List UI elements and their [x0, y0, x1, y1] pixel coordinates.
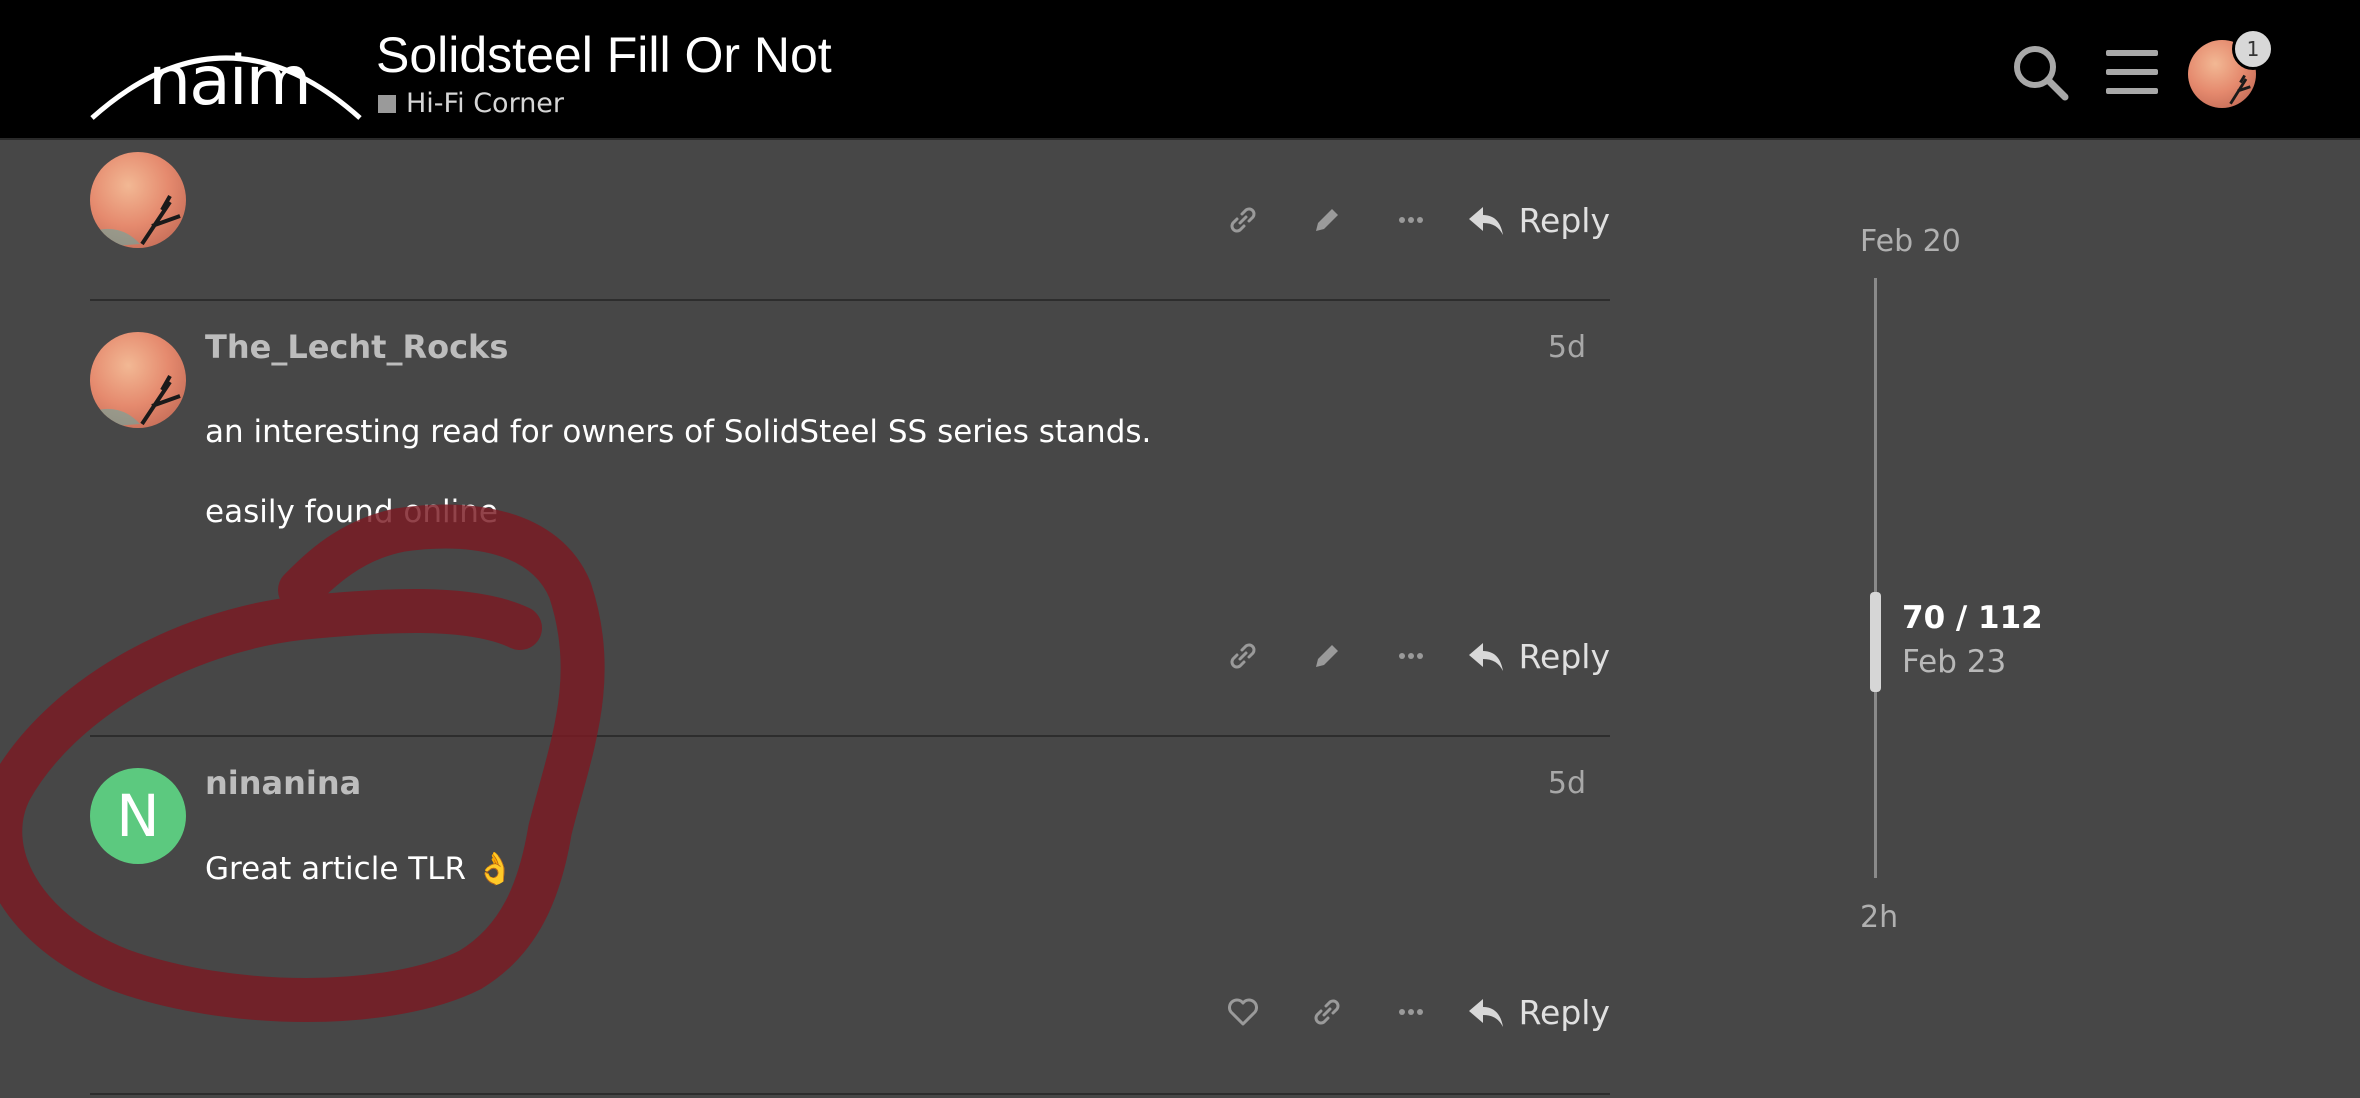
post-actions: Reply: [1201, 190, 1610, 250]
post-3: ninanina 5d Great article TLR 👌 Reply: [90, 756, 1610, 1076]
reply-button[interactable]: Reply: [1453, 982, 1610, 1042]
post-username[interactable]: The_Lecht_Rocks: [205, 328, 508, 366]
link-icon[interactable]: [1201, 190, 1285, 250]
link-icon[interactable]: [1201, 626, 1285, 686]
ellipsis-icon[interactable]: [1369, 626, 1453, 686]
post-divider: [90, 299, 1610, 301]
reply-label: Reply: [1518, 992, 1610, 1032]
timeline-track[interactable]: [1874, 278, 1877, 878]
category-label: Hi-Fi Corner: [406, 88, 565, 119]
post-date[interactable]: 5d: [1548, 330, 1586, 365]
post-2: The_Lecht_Rocks 5d an interesting read f…: [90, 320, 1610, 700]
ellipsis-icon[interactable]: [1369, 190, 1453, 250]
hamburger-menu-icon[interactable]: [2102, 42, 2162, 102]
timeline-end-label[interactable]: 2h: [1860, 900, 1898, 935]
reply-label: Reply: [1518, 636, 1610, 676]
post-body-line: easily found online: [205, 494, 498, 530]
timeline-start-date[interactable]: Feb 20: [1860, 224, 1961, 259]
reply-label: Reply: [1518, 200, 1610, 240]
topic-title[interactable]: Solidsteel Fill Or Not: [376, 28, 832, 83]
timeline-handle[interactable]: [1870, 592, 1881, 692]
reply-icon: [1468, 999, 1503, 1027]
category-color-swatch: [378, 94, 396, 113]
site-header: naim Solidsteel Fill Or Not Hi-Fi Corner…: [0, 0, 2360, 140]
timeline-position-date: Feb 23: [1902, 644, 2007, 680]
notification-badge[interactable]: 1: [2232, 28, 2274, 70]
naim-logo[interactable]: naim: [88, 28, 364, 122]
heart-icon[interactable]: [1201, 982, 1285, 1042]
post-1: Reply: [90, 190, 1610, 250]
post-actions: Reply: [1201, 982, 1610, 1042]
post-username[interactable]: ninanina: [205, 764, 361, 802]
post-body-line: an interesting read for owners of SolidS…: [205, 414, 1152, 450]
post-actions: Reply: [1201, 626, 1610, 686]
logo-text: naim: [148, 42, 312, 121]
ellipsis-icon[interactable]: [1369, 982, 1453, 1042]
link-icon[interactable]: [1285, 982, 1369, 1042]
reply-icon: [1468, 643, 1503, 671]
post-body-line: Great article TLR 👌: [205, 851, 515, 887]
reply-button[interactable]: Reply: [1453, 190, 1610, 250]
post-divider: [90, 1093, 1610, 1095]
search-icon[interactable]: [2010, 42, 2070, 102]
reply-button[interactable]: Reply: [1453, 626, 1610, 686]
timeline-position: 70 / 112: [1902, 600, 2043, 636]
pencil-icon[interactable]: [1285, 626, 1369, 686]
pencil-icon[interactable]: [1285, 190, 1369, 250]
post-date[interactable]: 5d: [1548, 766, 1586, 801]
post-divider: [90, 735, 1610, 737]
category-badge[interactable]: Hi-Fi Corner: [378, 88, 564, 119]
reply-icon: [1468, 207, 1503, 235]
